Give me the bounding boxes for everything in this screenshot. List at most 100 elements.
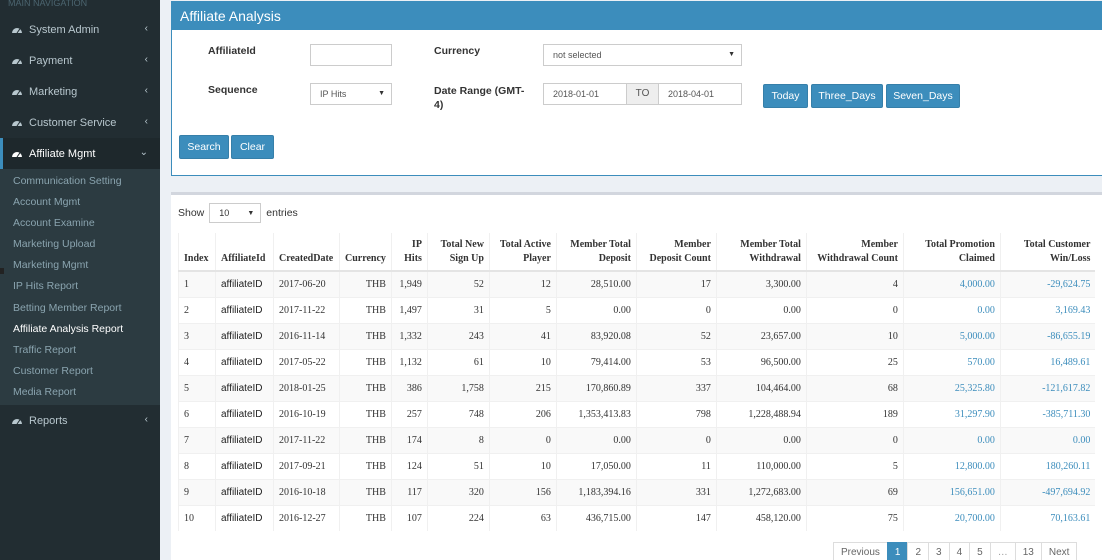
column-header[interactable]: Index — [178, 233, 216, 272]
submenu-item-betting-member-report[interactable]: Betting Member Report — [0, 298, 160, 319]
dashboard-icon — [11, 55, 23, 67]
table-cell: 68 — [805, 374, 904, 401]
column-header[interactable]: Total Customer Win/Loss — [999, 233, 1096, 272]
column-header[interactable]: Total Active Player — [488, 233, 557, 272]
today-button[interactable]: Today — [763, 84, 808, 108]
submenu-item-marketing-mgmt[interactable]: Marketing Mgmt — [0, 255, 160, 276]
submenu-item-account-examine[interactable]: Account Examine — [0, 213, 160, 234]
column-header[interactable]: IP Hits — [390, 233, 428, 272]
column-header[interactable]: AffiliateId — [215, 233, 274, 272]
table-cell: 2016-10-19 — [273, 400, 340, 427]
sidebar-item-marketing[interactable]: Marketing ‹ — [0, 76, 160, 107]
table-cell: 110,000.00 — [715, 452, 807, 479]
caret-down-icon: ▼ — [378, 90, 385, 97]
table-cell: 206 — [488, 400, 557, 427]
table-row: 2 affiliateID 2017-11-22 THB 1,497 31 5 0.00 0 0.… — [178, 296, 1096, 323]
page-button[interactable]: 4 — [948, 542, 971, 560]
table-cell: 0.00 — [902, 296, 1001, 323]
table-cell: 2017-11-22 — [273, 296, 340, 323]
table-cell: 16,489.61 — [999, 348, 1096, 375]
table-cell: 1,332 — [390, 322, 428, 349]
table-cell: 1,183,394.16 — [555, 478, 637, 505]
table-cell: 170,860.89 — [555, 374, 637, 401]
column-header[interactable]: Member Deposit Count — [635, 233, 717, 272]
dashboard-icon — [11, 24, 23, 36]
page-button[interactable]: 5 — [969, 542, 991, 560]
currency-select-value: not selected — [553, 50, 602, 60]
table-cell: 10 — [178, 504, 216, 531]
submenu-item-affiliate-analysis-report[interactable]: Affiliate Analysis Report — [0, 319, 160, 340]
submenu-item-communication-setting[interactable]: Communication Setting — [0, 171, 160, 192]
table-cell: 25 — [805, 348, 904, 375]
submenu-item-ip-hits-report[interactable]: IP Hits Report — [0, 276, 160, 297]
chevron-left-icon: ‹ — [144, 85, 148, 96]
previous-page-button[interactable]: Previous — [833, 542, 888, 560]
column-header[interactable]: Member Total Deposit — [555, 233, 637, 272]
sidebar: MAIN NAVIGATION System Admin ‹ Payment ‹ Mar… — [0, 0, 160, 560]
table-cell: -497,694.92 — [999, 478, 1096, 505]
table-cell: 257 — [390, 400, 428, 427]
entries-select[interactable]: 10 ▼ — [209, 203, 262, 223]
affiliate-id-input[interactable] — [310, 44, 392, 66]
table-cell: 75 — [805, 504, 904, 531]
date-from-input[interactable]: 2018-01-01 — [543, 83, 627, 105]
affiliate-id-label: AffiliateId — [208, 45, 256, 57]
page-button[interactable]: 2 — [907, 542, 930, 560]
chevron-left-icon: ‹ — [144, 23, 148, 34]
table-cell: 156,651.00 — [902, 478, 1001, 505]
column-header[interactable]: Member Total Withdrawal — [715, 233, 807, 272]
submenu-item-customer-report[interactable]: Customer Report — [0, 361, 160, 382]
page-button[interactable]: 3 — [928, 542, 950, 560]
page-button[interactable]: 1 — [886, 542, 909, 560]
dashboard-icon — [11, 415, 23, 427]
sidebar-item-affiliate-mgmt[interactable]: Affiliate Mgmt ⌄ — [0, 138, 160, 169]
currency-label: Currency — [434, 45, 481, 57]
table-cell: 17 — [635, 270, 717, 297]
column-header[interactable]: Currency — [339, 233, 392, 272]
table-cell: 5 — [488, 296, 557, 323]
table-cell: 10 — [805, 322, 904, 349]
table-cell: 386 — [390, 374, 428, 401]
pagination-ellipsis[interactable]: … — [989, 542, 1016, 560]
table-cell: 79,414.00 — [555, 348, 637, 375]
column-header[interactable]: Member Withdrawal Count — [805, 233, 904, 272]
search-button[interactable]: Search — [179, 135, 229, 159]
submenu-item-account-mgmt[interactable]: Account Mgmt — [0, 192, 160, 213]
table-cell: 41 — [488, 322, 557, 349]
clear-button[interactable]: Clear — [231, 135, 274, 159]
resize-handle[interactable] — [0, 268, 4, 274]
date-to-input[interactable]: 2018-04-01 — [658, 83, 742, 105]
column-header[interactable]: CreatedDate — [273, 233, 340, 272]
table-cell: 798 — [635, 400, 717, 427]
table-cell: 156 — [488, 478, 557, 505]
sidebar-item-reports[interactable]: Reports ‹ — [0, 405, 160, 436]
sequence-label: Sequence — [208, 84, 258, 96]
column-header[interactable]: Total Promotion Claimed — [902, 233, 1001, 272]
page-button[interactable]: 13 — [1014, 542, 1042, 560]
submenu-item-marketing-upload[interactable]: Marketing Upload — [0, 234, 160, 255]
table-cell: THB — [339, 426, 392, 453]
table-cell: -86,655.19 — [999, 322, 1096, 349]
sidebar-item-payment[interactable]: Payment ‹ — [0, 45, 160, 76]
column-header[interactable]: Total New Sign Up — [426, 233, 490, 272]
table-row: 10 affiliateID 2016-12-27 THB 107 224 63 436,71… — [178, 504, 1096, 531]
next-page-button[interactable]: Next — [1040, 542, 1078, 560]
currency-select[interactable]: not selected ▼ — [543, 44, 742, 66]
submenu-item-media-report[interactable]: Media Report — [0, 382, 160, 403]
table-cell: 0 — [805, 296, 904, 323]
table-cell: affiliateID — [215, 374, 274, 401]
table-row: 6 affiliateID 2016-10-19 THB 257 748 206 1,353,… — [178, 400, 1096, 427]
chevron-left-icon: ‹ — [144, 54, 148, 65]
sequence-select[interactable]: IP Hits ▼ — [310, 83, 392, 105]
three-days-button[interactable]: Three_Days — [811, 84, 883, 108]
sidebar-item-customer-service[interactable]: Customer Service ‹ — [0, 107, 160, 138]
table-cell: 174 — [390, 426, 428, 453]
table-cell: affiliateID — [215, 296, 274, 323]
submenu-item-traffic-report[interactable]: Traffic Report — [0, 340, 160, 361]
sidebar-item-system-admin[interactable]: System Admin ‹ — [0, 14, 160, 45]
table-cell: 11 — [635, 452, 717, 479]
seven-days-button[interactable]: Seven_Days — [886, 84, 960, 108]
table-row: 5 affiliateID 2018-01-25 THB 386 1,758 215 170,… — [178, 374, 1096, 401]
chevron-left-icon: ‹ — [144, 414, 148, 426]
table-cell: 180,260.11 — [999, 452, 1096, 479]
